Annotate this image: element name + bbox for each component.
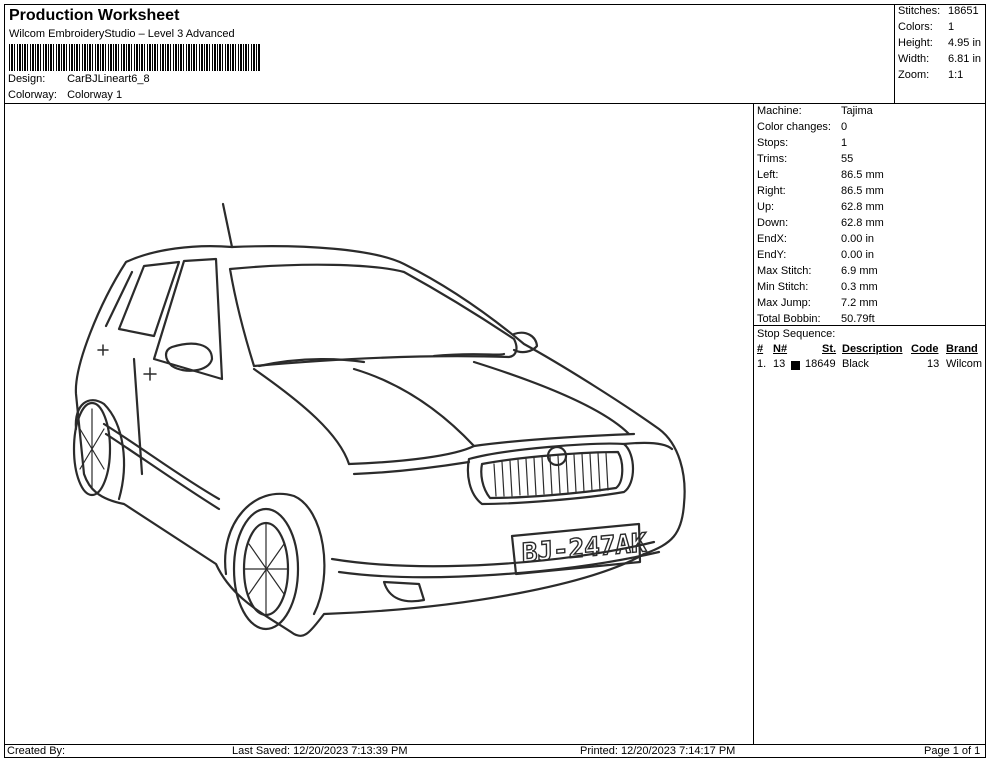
- rear-wheel-arch: [74, 399, 126, 501]
- hood-left-line: [252, 367, 351, 466]
- body-outline: [74, 245, 686, 637]
- right-value: 86.5 mm: [841, 185, 884, 197]
- colors-label: Colors:: [898, 21, 933, 33]
- width-value: 6.81 in: [948, 53, 982, 65]
- machine-panel: Machine: Tajima Color changes: 0 Stops: 1 T…: [753, 104, 986, 744]
- hood-front-edge: [347, 432, 636, 466]
- max-stitch-label: Max Stitch:: [757, 265, 812, 277]
- design-value: CarBJLineart6_8: [67, 73, 150, 85]
- col-description: Description: [842, 343, 903, 355]
- min-stitch-label: Min Stitch:: [757, 281, 809, 293]
- worksheet-header: Production Worksheet Wilcom EmbroiderySt…: [4, 4, 895, 104]
- software-name: Wilcom EmbroideryStudio – Level 3 Advanc…: [9, 28, 235, 40]
- max-jump-value: 7.2 mm: [841, 297, 878, 309]
- row-stitches: 18649: [805, 358, 836, 370]
- sequence-header: # N# St. Description Code Brand: [754, 343, 986, 358]
- windshield: [228, 263, 518, 368]
- page-title: Production Worksheet: [9, 7, 180, 24]
- machine-label: Machine:: [757, 105, 802, 117]
- worksheet-footer: Created By: Last Saved: 12/20/2023 7:13:…: [4, 744, 986, 758]
- sequence-row: 1. 13 18649 Black 13 Wilcom: [754, 358, 986, 373]
- page-number: Page 1 of 1: [924, 745, 981, 757]
- color-changes-value: 0: [841, 121, 848, 133]
- left-value: 86.5 mm: [841, 169, 884, 181]
- up-value: 62.8 mm: [841, 201, 884, 213]
- row-num: 1.: [757, 358, 767, 370]
- stop-sequence-label: Stop Sequence:: [754, 325, 986, 342]
- zoom-label: Zoom:: [898, 69, 930, 81]
- car-outline: [72, 202, 686, 637]
- car-lineart-drawing: BJ-247AK: [72, 202, 686, 637]
- col-needle: N#: [773, 343, 788, 355]
- row-code: 13: [927, 358, 940, 370]
- down-label: Down:: [757, 217, 789, 229]
- max-stitch-value: 6.9 mm: [841, 265, 878, 277]
- stops-label: Stops:: [757, 137, 789, 149]
- row-brand: Wilcom: [946, 358, 983, 370]
- left-label: Left:: [757, 169, 779, 181]
- colorway-value: Colorway 1: [67, 89, 123, 101]
- total-bobbin-value: 50.79ft: [841, 313, 875, 325]
- col-stitches: St.: [822, 343, 837, 355]
- fog-light: [382, 580, 426, 603]
- side-mirror: [164, 342, 214, 372]
- right-label: Right:: [757, 185, 786, 197]
- door-line: [132, 357, 144, 476]
- printed-date: Printed: 12/20/2023 7:14:17 PM: [580, 745, 736, 757]
- door-handle-front: [143, 367, 157, 381]
- summary-panel: Stitches: 18651 Colors: 1 Height: 4.95 in W…: [895, 4, 986, 104]
- stitches-value: 18651: [948, 5, 979, 17]
- min-stitch-value: 0.3 mm: [841, 281, 878, 293]
- color-swatch: [791, 361, 800, 370]
- hood-right-line: [472, 360, 631, 436]
- trims-value: 55: [841, 153, 854, 165]
- stops-value: 1: [841, 137, 848, 149]
- col-code: Code: [911, 343, 939, 355]
- row-description: Black: [842, 358, 869, 370]
- created-by: Created By:: [7, 745, 66, 757]
- endy-value: 0.00 in: [841, 249, 875, 261]
- door-handle-rear: [97, 344, 109, 356]
- endx-value: 0.00 in: [841, 233, 875, 245]
- design-label: Design:: [8, 73, 46, 85]
- c-pillar: [104, 270, 134, 328]
- up-label: Up:: [757, 201, 775, 213]
- machine-value: Tajima: [841, 105, 873, 117]
- colorway-row: Colorway: Colorway 1: [8, 89, 122, 101]
- color-changes-label: Color changes:: [757, 121, 831, 133]
- max-jump-label: Max Jump:: [757, 297, 811, 309]
- zoom-value: 1:1: [948, 69, 964, 81]
- last-saved: Last Saved: 12/20/2023 7:13:39 PM: [232, 745, 408, 757]
- total-bobbin-label: Total Bobbin:: [757, 313, 821, 325]
- design-row: Design: CarBJLineart6_8: [8, 73, 150, 85]
- barcode: [9, 44, 261, 71]
- rear-side-window: [117, 260, 181, 338]
- down-value: 62.8 mm: [841, 217, 884, 229]
- row-needle: 13: [773, 358, 786, 370]
- headlight-right: [622, 441, 674, 451]
- hood-center-line: [352, 367, 476, 448]
- rear-wheel-spokes: [79, 408, 105, 490]
- col-brand: Brand: [946, 343, 978, 355]
- colorway-label: Colorway:: [8, 89, 57, 101]
- height-value: 4.95 in: [948, 37, 982, 49]
- colors-value: 1: [948, 21, 955, 33]
- stitches-label: Stitches:: [898, 5, 941, 17]
- endx-label: EndX:: [757, 233, 787, 245]
- trims-label: Trims:: [757, 153, 788, 165]
- height-label: Height:: [898, 37, 933, 49]
- width-label: Width:: [898, 53, 930, 65]
- col-num: #: [757, 343, 764, 355]
- endy-label: EndY:: [757, 249, 787, 261]
- antenna: [221, 202, 234, 249]
